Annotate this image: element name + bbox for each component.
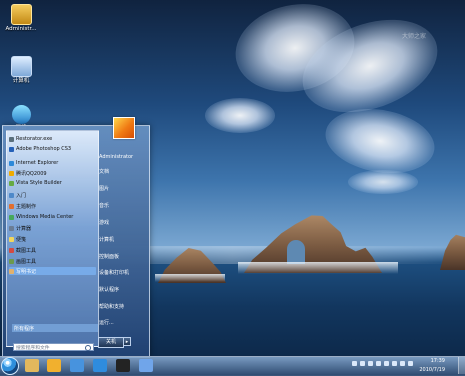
tray-icon[interactable] (360, 361, 365, 366)
program-photoshop[interactable]: Adobe Photoshop CS3 (9, 145, 96, 153)
program-label: Vista Style Builder (16, 180, 62, 186)
tray-icon[interactable] (384, 361, 389, 366)
program-label: 计算器 (16, 225, 32, 232)
network-icon (11, 105, 31, 124)
right-link-pictures[interactable]: 图片 (99, 184, 143, 192)
program-start[interactable]: 入门 (9, 191, 96, 199)
right-link-music[interactable]: 音乐 (99, 201, 143, 209)
writer-icon (9, 268, 14, 274)
search-input[interactable]: 搜索程序和文件 (13, 343, 94, 351)
surf (155, 274, 225, 282)
qq-icon[interactable] (116, 359, 130, 372)
program-label: 截图工具 (16, 247, 37, 254)
internet-explorer-icon[interactable] (93, 359, 107, 372)
program-writer[interactable]: 写明书记 (9, 267, 96, 275)
browser-icon[interactable] (139, 359, 153, 372)
program-label: 入门 (16, 192, 27, 199)
right-link-games[interactable]: 游戏 (99, 218, 143, 226)
start-button[interactable] (1, 357, 19, 375)
all-programs-button[interactable]: 所有程序 (12, 324, 98, 332)
cloud (205, 98, 275, 133)
program-label: 便笺 (16, 236, 27, 243)
desktop-icon-computer[interactable]: 计算机 (0, 56, 42, 85)
program-label: Internet Explorer (16, 160, 59, 166)
shutdown-options-button[interactable]: ▸ (123, 337, 131, 346)
user-avatar[interactable] (113, 117, 135, 139)
clock-time[interactable]: 17:39 (431, 358, 445, 364)
start-menu-programs-pane: Restorator.exe Adobe Photoshop CS3 Inter… (6, 130, 99, 351)
rock-arch-opening (287, 240, 305, 264)
tray-icon[interactable] (408, 361, 413, 366)
program-style-builder[interactable]: Vista Style Builder (9, 179, 96, 187)
program-snipping-tool[interactable]: 截图工具 (9, 246, 96, 254)
tray-icon[interactable] (400, 361, 405, 366)
paint-icon (9, 258, 14, 264)
program-qq[interactable]: 腾讯QQ2009 (9, 169, 96, 177)
cloud (348, 170, 418, 194)
snipping-tool-icon (9, 247, 14, 253)
computer-icon (10, 56, 32, 77)
program-label: 腾讯QQ2009 (16, 170, 47, 177)
media-center-icon (9, 214, 14, 220)
program-label: Windows Media Center (16, 214, 74, 220)
program-label: 写明书记 (16, 268, 37, 275)
search-icon (85, 345, 91, 351)
internet-explorer-icon (9, 160, 14, 166)
calculator-icon (9, 225, 14, 231)
desktop-icon-label: Administr... (5, 26, 37, 32)
surf (238, 262, 398, 274)
desktop-icon-label: 计算机 (12, 78, 30, 84)
program-calculator[interactable]: 计算器 (9, 224, 96, 232)
right-link-default-programs[interactable]: 默认程序 (99, 285, 143, 293)
program-internet-explorer[interactable]: Internet Explorer (9, 159, 96, 167)
program-label: 主题制作 (16, 203, 37, 210)
qq-icon (9, 170, 14, 176)
desktop-icon-user-folder[interactable]: Administr... (0, 4, 42, 33)
program-theme[interactable]: 主题制作 (9, 202, 96, 210)
clock-date[interactable]: 2010/7/19 (419, 367, 445, 373)
right-link-run[interactable]: 运行... (99, 318, 143, 326)
tray-icon[interactable] (376, 361, 381, 366)
start-icon (9, 192, 14, 198)
restorator-icon (9, 136, 14, 142)
photoshop-icon (9, 146, 14, 152)
user-folder-icon (10, 4, 32, 25)
right-link-documents[interactable]: 文档 (99, 167, 143, 175)
program-notes[interactable]: 便笺 (9, 235, 96, 243)
media-player-icon[interactable] (47, 359, 61, 372)
tray-icon[interactable] (352, 361, 357, 366)
right-link-devices-printers[interactable]: 设备和打印机 (99, 268, 143, 276)
search-placeholder: 搜索程序和文件 (16, 345, 50, 351)
explorer-icon[interactable] (25, 359, 39, 372)
network-icon[interactable] (70, 359, 84, 372)
program-label: 画图工具 (16, 258, 37, 265)
program-paint[interactable]: 画图工具 (9, 257, 96, 265)
shutdown-button[interactable]: 关机 (98, 337, 124, 348)
theme-icon (9, 203, 14, 209)
tray-icon[interactable] (368, 361, 373, 366)
right-link-control-panel[interactable]: 控制面板 (99, 252, 143, 260)
tray-icon[interactable] (392, 361, 397, 366)
right-link-help-support[interactable]: 帮助和支持 (99, 302, 143, 310)
program-label: Adobe Photoshop CS3 (16, 146, 72, 152)
program-restorator[interactable]: Restorator.exe (9, 135, 96, 143)
notes-icon (9, 236, 14, 242)
program-label: Restorator.exe (16, 136, 53, 142)
user-name-link[interactable]: Administrator (99, 153, 143, 161)
style-builder-icon (9, 180, 14, 186)
watermark: 大师之家 (402, 33, 427, 40)
program-media-center[interactable]: Windows Media Center (9, 213, 96, 221)
show-desktop-button[interactable] (458, 357, 465, 374)
right-link-computer[interactable]: 计算机 (99, 235, 143, 243)
